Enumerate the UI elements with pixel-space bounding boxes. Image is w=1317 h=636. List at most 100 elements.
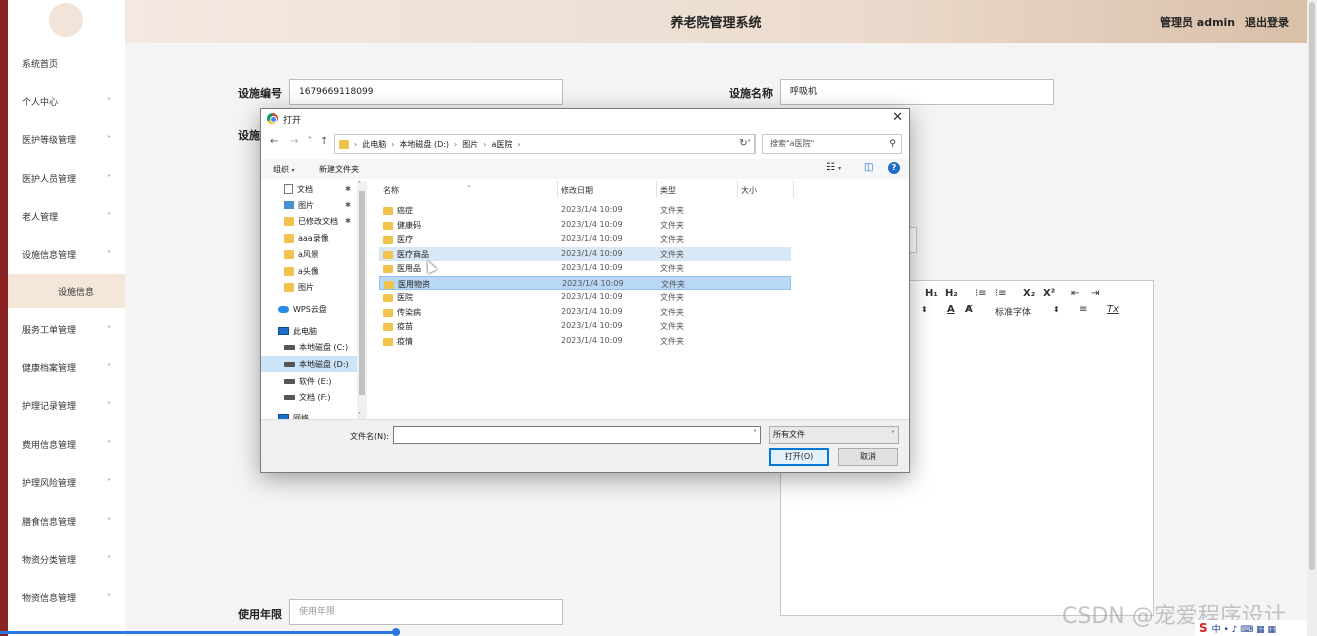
nav-item-wps-cloud[interactable]: WPS云盘 [261, 301, 357, 317]
breadcrumb-pictures[interactable]: 图片 [462, 139, 478, 150]
ordered-list-icon[interactable]: ⁝≡ [975, 288, 987, 299]
search-input[interactable]: 搜索"a医院" ⚲ [762, 134, 902, 154]
chevron-down-icon[interactable]: ˅ [753, 429, 757, 438]
address-bar[interactable]: › 此电脑 › 本地磁盘 (D:) › 图片 › a医院 › ˅ [334, 134, 756, 154]
nav-pane-scrollbar-thumb[interactable] [359, 191, 365, 395]
scroll-down-icon[interactable]: ˅ [358, 412, 361, 419]
facility-name-input[interactable]: 呼吸机 [780, 79, 1054, 105]
file-row[interactable]: 疫苗 2023/1/4 10:09 文件夹 [379, 319, 791, 333]
close-icon[interactable]: ✕ [892, 110, 903, 125]
recent-locations-icon[interactable]: ˅ [308, 136, 312, 145]
align-icon[interactable]: ≡ [1079, 304, 1087, 315]
background-color-icon[interactable]: A̸ [965, 304, 973, 315]
file-row-hovered[interactable]: 医疗商品 2023/1/4 10:09 文件夹 [379, 247, 791, 261]
breadcrumb-a-hospital[interactable]: a医院 [491, 139, 512, 150]
sidebar-item-work-orders[interactable]: 服务工单管理 ˅ [8, 312, 125, 346]
nav-item-aaa-video[interactable]: aaa录像 [261, 230, 357, 246]
sidebar-item-staff[interactable]: 医护人员管理 ˅ [8, 161, 125, 195]
sidebar-item-care-level[interactable]: 医护等级管理 ˅ [8, 122, 125, 156]
ime-toolbar[interactable]: S中 • ♪ ⌨ ▦ ▦ [1195, 620, 1307, 636]
file-row[interactable]: 传染病 2023/1/4 10:09 文件夹 [379, 305, 791, 319]
heading1-icon[interactable]: H₁ [925, 288, 938, 299]
file-row[interactable]: 健康码 2023/1/4 10:09 文件夹 [379, 218, 791, 232]
column-date[interactable]: 修改日期 [561, 185, 593, 196]
sidebar-item-fees[interactable]: 费用信息管理 ˅ [8, 427, 125, 461]
size-select-arrow-icon[interactable]: ⬍ [921, 305, 928, 314]
nav-item-this-pc[interactable]: 此电脑 [261, 323, 357, 339]
service-years-input[interactable]: 使用年限 [289, 599, 563, 625]
resize-grip-icon[interactable]: ⋰ [901, 463, 907, 470]
nav-item-a-avatar[interactable]: a头像 [261, 263, 357, 279]
column-type[interactable]: 类型 [660, 185, 676, 196]
column-size[interactable]: 大小 [741, 185, 757, 196]
help-icon[interactable]: ? [888, 162, 900, 174]
clear-format-icon[interactable]: Tx [1107, 304, 1119, 315]
subscript-icon[interactable]: X₂ [1023, 288, 1035, 299]
filetype-select[interactable]: 所有文件 ˅ [769, 426, 899, 444]
sidebar-item-supply-info[interactable]: 物资信息管理 ˅ [8, 580, 125, 614]
breadcrumb-this-pc[interactable]: 此电脑 [362, 139, 386, 150]
nav-item-drive-e[interactable]: 软件 (E:) [261, 373, 357, 389]
sidebar-subitem-facility-info[interactable]: 设施信息 [8, 274, 125, 308]
nav-item-documents[interactable]: 文档 ✱ [261, 181, 357, 197]
file-row-selected[interactable]: 医用物资 2023/1/4 10:09 文件夹 [379, 276, 791, 290]
chevron-down-icon: ˅ [107, 400, 111, 410]
file-row[interactable]: 医疗 2023/1/4 10:09 文件夹 [379, 232, 791, 246]
chevron-down-icon: ˅ [107, 439, 111, 449]
indent-left-icon[interactable]: ⇤ [1071, 288, 1079, 299]
view-options-icon[interactable]: ☷ ▾ [826, 162, 841, 173]
heading2-icon[interactable]: H₂ [945, 288, 958, 299]
nav-item-modified-docs[interactable]: 已修改文档 ✱ [261, 213, 357, 229]
up-folder-icon[interactable]: ↑ [320, 136, 328, 147]
organize-menu[interactable]: 组织 ▾ [273, 164, 295, 175]
font-select-arrow-icon[interactable]: ⬍ [1053, 305, 1060, 314]
filename-input[interactable]: ˅ [393, 426, 761, 444]
sidebar-item-personal[interactable]: 个人中心 ˅ [8, 84, 125, 118]
sidebar-item-facilities[interactable]: 设施信息管理 ˄ [8, 237, 125, 271]
unordered-list-icon[interactable]: ⁝≡ [995, 288, 1007, 299]
sidebar-item-care-risk[interactable]: 护理风险管理 ˅ [8, 465, 125, 499]
facility-code-input[interactable]: 1679669118099 [289, 79, 563, 105]
sidebar-item-supply-category[interactable]: 物资分类管理 ˅ [8, 542, 125, 576]
column-name[interactable]: 名称 [383, 185, 399, 196]
nav-item-pictures[interactable]: 图片 ✱ [261, 197, 357, 213]
refresh-icon[interactable]: ↻ [733, 134, 755, 154]
scroll-up-icon[interactable]: ˄ [358, 181, 361, 188]
file-row[interactable]: 疫情 2023/1/4 10:09 文件夹 [379, 334, 791, 348]
logout-link[interactable]: 退出登录 [1245, 16, 1289, 29]
pin-icon: ✱ [345, 185, 351, 193]
file-row[interactable]: 医院 2023/1/4 10:09 文件夹 [379, 290, 791, 304]
file-row[interactable]: 医用品 2023/1/4 10:09 文件夹 [379, 261, 791, 275]
new-folder-button[interactable]: 新建文件夹 [319, 164, 359, 175]
sidebar-item-care-records[interactable]: 护理记录管理 ˅ [8, 388, 125, 422]
nav-item-drive-c[interactable]: 本地磁盘 (C:) [261, 339, 357, 355]
superscript-icon[interactable]: X² [1043, 288, 1055, 299]
nav-item-drive-d[interactable]: 本地磁盘 (D:) [261, 356, 357, 372]
nav-pane-scrollbar[interactable]: ˄ ˅ [357, 181, 367, 419]
open-button[interactable]: 打开(O) [769, 448, 829, 466]
sidebar-item-elderly[interactable]: 老人管理 ˅ [8, 199, 125, 233]
avatar[interactable] [49, 3, 83, 37]
sidebar-item-meals[interactable]: 膳食信息管理 ˅ [8, 504, 125, 538]
sidebar-item-home[interactable]: 系统首页 [8, 46, 125, 80]
sidebar-item-health-records[interactable]: 健康档案管理 ˅ [8, 350, 125, 384]
page-scrollbar-thumb[interactable] [1309, 2, 1315, 570]
indent-right-icon[interactable]: ⇥ [1091, 288, 1099, 299]
search-icon[interactable]: ⚲ [889, 135, 896, 153]
nav-item-a-scenery[interactable]: a风景 [261, 246, 357, 262]
drive-icon [284, 394, 295, 400]
nav-item-pictures-folder[interactable]: 图片 [261, 279, 357, 295]
cancel-button[interactable]: 取消 [838, 448, 898, 466]
back-icon[interactable]: ← [270, 136, 278, 147]
page-scrollbar[interactable] [1307, 0, 1317, 636]
preview-pane-icon[interactable]: ◫ [864, 162, 873, 173]
nav-item-network[interactable]: 网络 [261, 410, 357, 419]
file-row[interactable]: 癌症 2023/1/4 10:09 文件夹 [379, 203, 791, 217]
font-family-select[interactable]: 标准字体 [995, 305, 1031, 318]
breadcrumb-drive-d[interactable]: 本地磁盘 (D:) [399, 139, 449, 150]
nav-item-drive-f[interactable]: 文档 (F:) [261, 389, 357, 405]
chevron-down-icon: ˅ [107, 516, 111, 526]
forward-icon[interactable]: → [290, 136, 298, 147]
dialog-titlebar[interactable]: 打开 ✕ [261, 109, 909, 131]
font-color-icon[interactable]: A [947, 304, 955, 315]
